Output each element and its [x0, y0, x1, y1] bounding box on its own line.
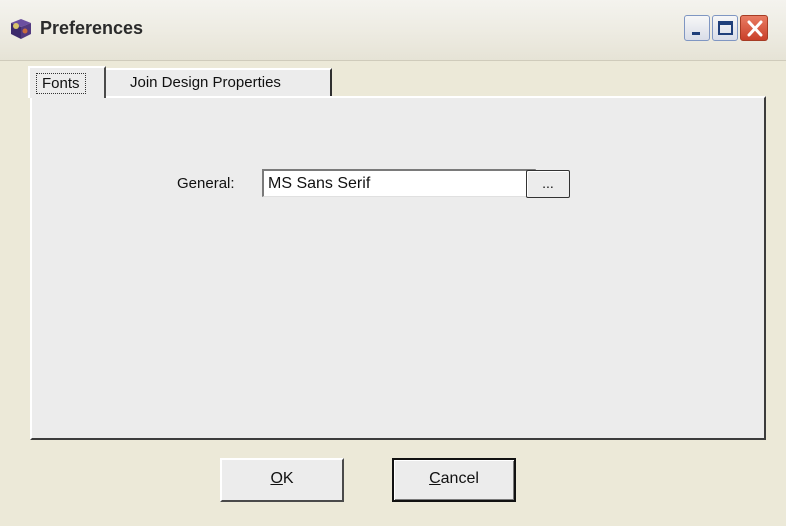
cancel-button[interactable]: Cancel [392, 458, 516, 502]
browse-font-button[interactable]: ... [526, 170, 570, 198]
minimize-button[interactable] [684, 15, 710, 41]
tab-join-design-properties[interactable]: Join Design Properties [106, 68, 332, 96]
cancel-label-rest: ancel [440, 470, 479, 487]
minimize-icon [692, 32, 700, 35]
tab-join-label: Join Design Properties [130, 74, 281, 91]
preferences-dialog: Preferences Fonts Join Design Properties… [0, 0, 786, 526]
close-icon [747, 20, 763, 37]
ok-label-rest: K [282, 470, 294, 487]
app-icon [8, 17, 34, 41]
window-title: Preferences [40, 18, 144, 38]
general-font-field[interactable] [262, 169, 536, 197]
title-bar[interactable]: Preferences [0, 0, 786, 61]
cancel-mnemonic: C [429, 470, 441, 487]
maximize-button[interactable] [712, 15, 738, 41]
tab-fonts-label: Fonts [36, 73, 86, 94]
close-button[interactable] [740, 15, 768, 41]
general-font-label: General: [177, 175, 235, 192]
fonts-tab-panel: General: ... [30, 96, 766, 440]
ok-button[interactable]: OK [220, 458, 344, 502]
tab-fonts[interactable]: Fonts [28, 66, 106, 98]
maximize-icon [718, 21, 733, 35]
ok-mnemonic: O [270, 470, 283, 487]
